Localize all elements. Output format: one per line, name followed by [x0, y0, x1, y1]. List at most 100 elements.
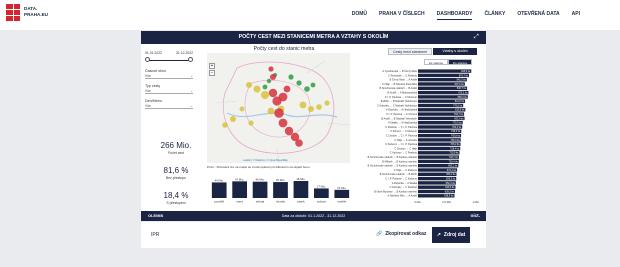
route-label: B Smíchovské nádraží → B Zličín: [380, 173, 418, 176]
logo-text[interactable]: DATA. PRAHA.EU: [24, 6, 48, 17]
date-slider-start-handle[interactable]: [145, 57, 150, 62]
nav-item-praha-v-cislech[interactable]: PRAHA V ČÍSLECH: [379, 11, 425, 20]
date-slider-end-handle[interactable]: [188, 57, 193, 62]
route-value-label: 728,4 tis.: [450, 147, 460, 150]
route-value-label: 659,5 tis.: [446, 178, 456, 181]
route-value-label: 646,6 tis.: [445, 186, 455, 189]
date-from: 01.01.2022: [145, 51, 162, 55]
weekday-label: neděle: [337, 200, 346, 204]
route-label: A Dejvická → A Skalka: [392, 182, 418, 185]
source-label: IPR: [151, 232, 160, 238]
map-zoom-controls: + −: [209, 63, 215, 77]
map-note: Pozn.: Filtrování lze na mapě se zrušit …: [207, 165, 310, 169]
route-label: B Černý Most → A Anděl: [390, 79, 418, 82]
weekday-value-label: 44 Mio.: [215, 178, 224, 182]
tab-cesty-mezi-stanicemi[interactable]: Cesty mezi stanicemi: [388, 48, 432, 55]
tab-vztahy-s-okolim[interactable]: Vztahy s okolím: [433, 48, 477, 55]
station-map[interactable]: + − Leaflet | © Mapbox | © OpenStreetMap: [207, 53, 350, 163]
dashboard-actions: IPR 🔗 Zkopírovat odkaz ↗ Zdroj dat: [141, 222, 486, 248]
filter-select-den-metro[interactable]: Vše ⌄: [145, 103, 193, 109]
filter-select-typ-cesty[interactable]: Vše ⌄: [145, 88, 193, 94]
route-value-label: 664,2 tis.: [446, 173, 456, 176]
route-value-label: 674,1 tis.: [447, 169, 457, 172]
route-label: B Smíchovské nádraží → B Karlovo náměstí: [368, 165, 418, 168]
weekday-bar[interactable]: [293, 181, 309, 198]
route-label: C I. P. Pavlova → C Kačerov: [385, 178, 418, 181]
filter-select-casove-okno[interactable]: Vše ⌄: [145, 73, 193, 79]
logo-text-line-2: PRAHA.EU: [24, 11, 48, 17]
toggle-do-stanice[interactable]: Do stanice: [448, 59, 472, 65]
data-source-button[interactable]: ↗ Zdroj dat: [432, 227, 470, 243]
route-value-label: 652,4 tis.: [446, 182, 456, 185]
route-label: C Roztylská → C Pankrác: [388, 74, 418, 77]
chevron-down-icon: ⌄: [190, 74, 193, 78]
route-label: B Můstek → B Karlovo náměstí: [382, 160, 417, 163]
route-bar-chart: A Vysočanská → B Černý Most 918,6 tis. C R…: [368, 69, 480, 204]
nav-item-api[interactable]: API: [572, 11, 580, 20]
nav-item-clanky[interactable]: ČLÁNKY: [484, 11, 505, 20]
weekday-bar[interactable]: [232, 181, 247, 198]
filter-panel: 01.01.2022 31.12.2022 Časové okno Vše ⌄ …: [145, 51, 207, 205]
route-label: C Pankrác → C I. P. Pavlova: [385, 126, 417, 129]
map-attribution[interactable]: Leaflet | © Mapbox | © OpenStreetMap: [243, 159, 288, 162]
route-value-label: 879,7 tis.: [459, 74, 469, 77]
kpi-pocet-cest: 266 Mio. Počet cest: [145, 141, 207, 155]
route-value-label: 736,3 tis.: [451, 139, 461, 142]
nav-item-otevrena-data[interactable]: OTEVŘENÁ DATA: [517, 11, 559, 20]
zoom-out-button[interactable]: −: [209, 70, 215, 76]
toggle-ze-stanice[interactable]: Ze stanice: [424, 59, 448, 65]
copy-link-button[interactable]: 🔗 Zkopírovat odkaz: [376, 231, 426, 237]
route-value-label: 918,6 tis.: [461, 70, 471, 73]
route-value-label: 628,5 tis.: [444, 195, 454, 198]
weekday-bar[interactable]: [211, 182, 227, 198]
weekday-bar[interactable]: [314, 188, 329, 198]
weekday-label: čtvrtek: [276, 200, 285, 204]
route-label: C Háje → C Chodov: [394, 139, 417, 142]
route-label: C Kobylisy → C Pankrác: [390, 186, 418, 189]
date-to: 31.12.2022: [176, 51, 193, 55]
route-value-label: 746,0 tis.: [451, 130, 461, 133]
map-stations[interactable]: [222, 66, 330, 147]
route-label: C Háje → B Náměstí Republiky: [382, 83, 418, 86]
route-axis-tick: 0,5 Mio.: [442, 200, 452, 204]
weekday-bar[interactable]: [252, 181, 268, 198]
route-label: B Anděl → B Nádraží Veleslavín: [381, 117, 417, 120]
route-value-label: 812,0 tis.: [455, 100, 465, 103]
kpi-value: 266 Mio.: [160, 141, 192, 150]
link-icon: 🔗: [376, 231, 383, 237]
route-label: C Kačerov → C I. P. Pavlova: [385, 143, 417, 146]
direction-toggle: Ze stanice Do stanice: [424, 59, 472, 65]
nav-item-home[interactable]: DOMŮ: [352, 11, 367, 20]
route-label: B Smíchovské nádraží → B Karlovo náměstí: [368, 156, 418, 159]
weekday-value-label: 45 Mio.: [276, 178, 285, 182]
nav-item-dashboardy[interactable]: DASHBOARDY: [436, 11, 473, 20]
zoom-in-button[interactable]: +: [209, 63, 215, 69]
route-label: C Kobylisy → C Nádraží Holešovice: [377, 104, 417, 107]
weekday-bar[interactable]: [273, 182, 288, 198]
oict-logo[interactable]: oict.: [471, 213, 480, 218]
site-header: DATA. PRAHA.EU DOMŮ PRAHA V ČÍSLECH DASH…: [0, 0, 620, 30]
route-value-label: 695,1 tis.: [448, 165, 458, 168]
date-slider[interactable]: [145, 56, 193, 64]
route-value-label: 770,5 tis.: [452, 122, 462, 125]
kpi-s-prestupem: 18,4 % S přestupem: [145, 191, 207, 205]
route-label: C I. P. Pavlova → C Florenc: [386, 113, 418, 116]
route-value-label: 803,0 tis.: [454, 117, 464, 120]
prague-logo[interactable]: [6, 4, 20, 21]
route-value-label: 733,2 tis.: [450, 143, 460, 146]
map-canvas[interactable]: [207, 53, 350, 163]
data-source-label: Zdroj dat: [443, 232, 466, 238]
chevron-down-icon: ⌄: [190, 104, 193, 108]
route-value-label: 794,7 tis.: [454, 113, 464, 116]
main-nav: DOMŮ PRAHA V ČÍSLECH DASHBOARDY ČLÁNKY O…: [352, 11, 580, 20]
route-label: A Náměstí Míru → A Anděl: [388, 195, 418, 198]
weekday-bar[interactable]: [334, 189, 350, 198]
route-label: C I. P. Pavlova → C Muzeum: [385, 96, 417, 99]
expand-icon[interactable]: ⤢: [474, 34, 481, 41]
route-label: C Kačerov → C Pankrác: [390, 152, 418, 155]
route-axis-tick: 1 Mio.: [472, 200, 479, 204]
route-axis-tick: 0 Mio.: [414, 200, 421, 204]
route-label: B Nové Butovice → B Karlovo náměstí: [374, 190, 417, 193]
copy-link-label: Zkopírovat odkaz: [385, 231, 427, 237]
route-value-label: 842,3 tis.: [457, 79, 467, 82]
